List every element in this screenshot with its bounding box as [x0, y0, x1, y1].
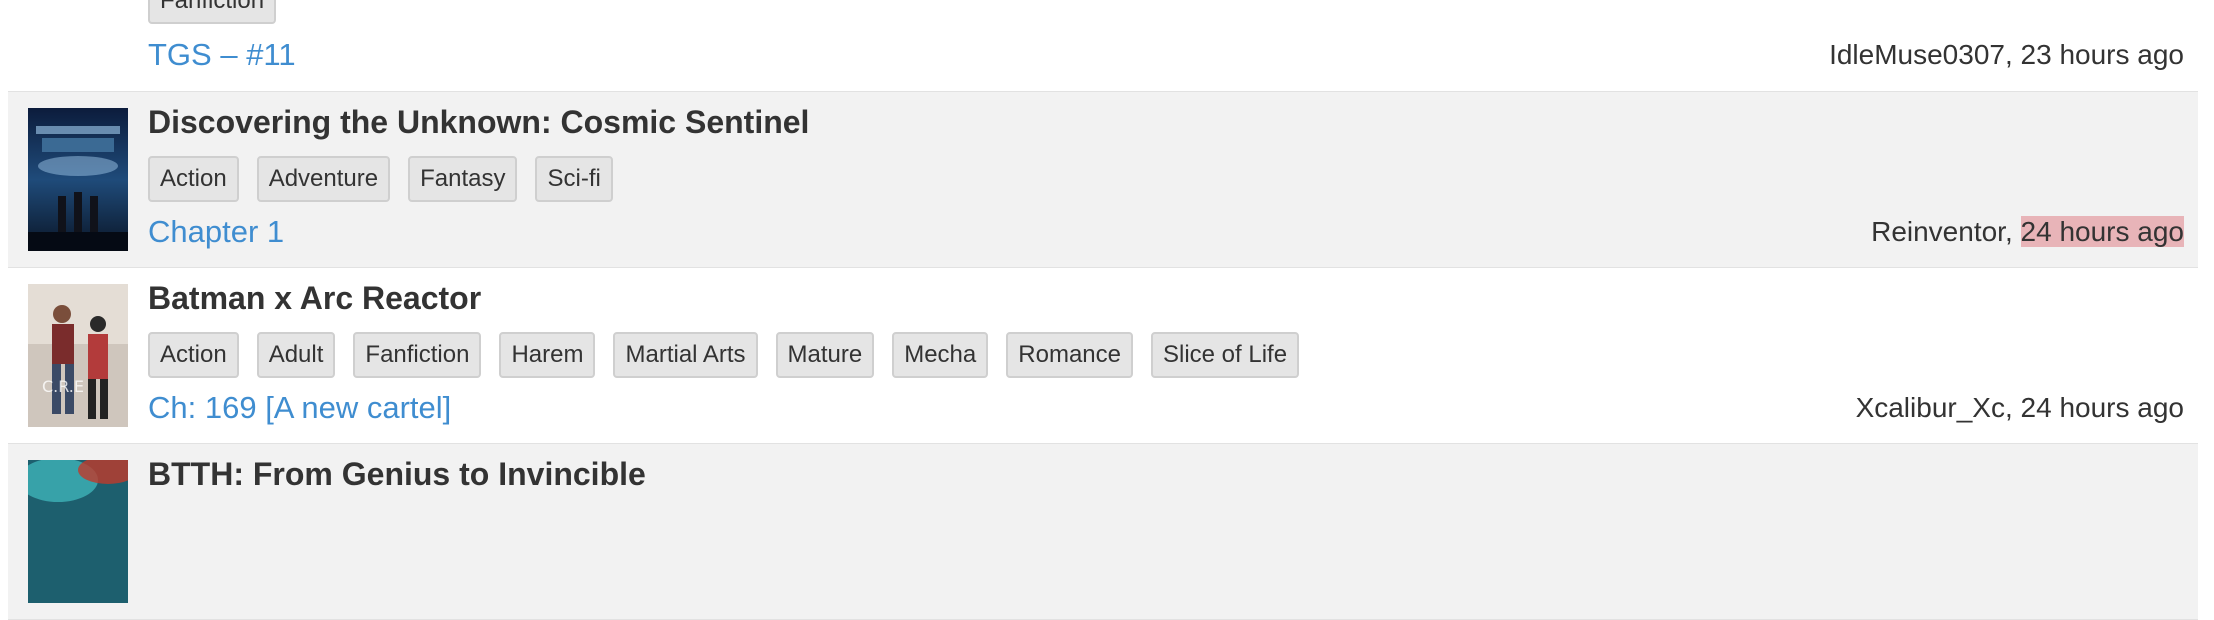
series-title[interactable]: Batman x Arc Reactor — [148, 278, 481, 318]
cover-image: C.R.E — [28, 284, 128, 427]
release-row: C.R.E Batman x Arc Reactor Action Adult … — [8, 268, 2198, 444]
cover-thumbnail[interactable]: C.R.E — [28, 284, 128, 427]
meta-separator: , — [2004, 216, 2013, 247]
meta-separator: , — [2004, 39, 2013, 70]
tag[interactable]: Mecha — [892, 332, 989, 378]
tag-list: Action Adult Fanfiction Harem Martial Ar… — [148, 332, 1300, 378]
cover-image — [28, 108, 128, 251]
release-row: Discovering the Unknown: Cosmic Sentinel… — [8, 92, 2198, 268]
series-title[interactable]: Discovering the Unknown: Cosmic Sentinel — [148, 102, 809, 142]
meta-separator: , — [2004, 392, 2013, 423]
tag[interactable]: Adult — [256, 332, 336, 378]
svg-text:C.R.E: C.R.E — [42, 377, 84, 396]
author-link[interactable]: Reinventor — [1871, 216, 2005, 247]
tag[interactable]: Romance — [1006, 332, 1133, 378]
author-link[interactable]: IdleMuse0307 — [1829, 39, 2005, 70]
release-time: 24 hours ago — [2020, 392, 2184, 423]
release-row: BTTH: From Genius to Invincible — [8, 444, 2198, 620]
tag[interactable]: Fantasy — [408, 156, 518, 202]
tag[interactable]: Martial Arts — [613, 332, 758, 378]
tag[interactable]: Harem — [499, 332, 596, 378]
chapter-link[interactable]: Ch: 169 [A new cartel] — [148, 388, 451, 428]
tag[interactable]: Fanfiction — [353, 332, 482, 378]
series-title[interactable]: BTTH: From Genius to Invincible — [148, 454, 646, 494]
tag[interactable]: Action — [148, 156, 239, 202]
tag[interactable]: Slice of Life — [1150, 332, 1300, 378]
tag[interactable]: Action — [148, 332, 239, 378]
tag[interactable]: Sci-fi — [535, 156, 613, 202]
chapter-link[interactable]: Chapter 1 — [148, 212, 284, 252]
tag[interactable]: Adventure — [256, 156, 391, 202]
cover-thumbnail[interactable] — [28, 460, 128, 603]
release-time: 24 hours ago — [2020, 216, 2184, 247]
release-meta: IdleMuse0307, 23 hours ago — [1829, 35, 2184, 75]
tag-list: Fanfiction — [148, 0, 277, 24]
tag-list: Action Adventure Fantasy Sci-fi — [148, 156, 613, 202]
release-meta: Xcalibur_Xc, 24 hours ago — [1856, 388, 2184, 428]
release-time: 23 hours ago — [2020, 39, 2184, 70]
cover-image — [28, 460, 128, 603]
chapter-link[interactable]: TGS – #11 — [148, 35, 296, 75]
tag[interactable]: Mature — [775, 332, 875, 378]
cover-thumbnail[interactable] — [28, 108, 128, 251]
tag[interactable]: Fanfiction — [148, 0, 277, 24]
author-link[interactable]: Xcalibur_Xc — [1856, 392, 2005, 423]
release-meta: Reinventor, 24 hours ago — [1871, 212, 2184, 252]
release-row: Fanfiction TGS – #11 IdleMuse0307, 23 ho… — [8, 0, 2198, 92]
